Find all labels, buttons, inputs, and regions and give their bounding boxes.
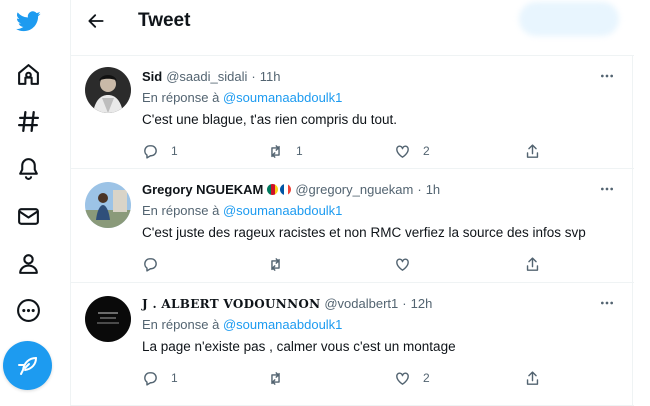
author-handle[interactable]: @gregory_nguekam <box>295 182 413 197</box>
share-button[interactable] <box>524 368 541 388</box>
reply-to-link[interactable]: @soumanaabdoulk1 <box>223 203 342 218</box>
arrow-left-icon <box>88 14 104 28</box>
more-circle-icon[interactable] <box>11 293 45 327</box>
tweet-text: C'est juste des rageux racistes et non R… <box>142 225 586 240</box>
blurred-header-button <box>519 2 619 36</box>
retweet-button[interactable] <box>267 368 296 388</box>
reply-button[interactable] <box>142 254 171 274</box>
main-column: Tweet Sid @saadi_sidali · 11h En réponse… <box>70 0 634 406</box>
share-button[interactable] <box>524 254 541 274</box>
like-count: 2 <box>423 144 430 158</box>
reply-prefix: En réponse à <box>142 203 220 218</box>
page-title: Tweet <box>138 10 191 31</box>
home-icon[interactable] <box>11 57 45 91</box>
tweet-text: C'est une blague, t'as rien compris du t… <box>142 112 398 127</box>
timestamp[interactable]: 12h <box>411 296 433 311</box>
tweet-item[interactable]: Sid @saadi_sidali · 11h En réponse à @so… <box>71 57 634 169</box>
separator-dot: · <box>417 182 422 197</box>
reply-icon <box>144 371 157 386</box>
like-button[interactable]: 2 <box>394 368 430 388</box>
tweet-item[interactable]: J . ALBERT VODOUNNON @vodalbert1 · 12h E… <box>71 284 634 406</box>
reply-button[interactable]: 1 <box>142 141 178 161</box>
share-icon <box>526 143 539 158</box>
reply-context: En réponse à @soumanaabdoulk1 <box>142 90 342 105</box>
compose-feather-icon <box>17 356 37 375</box>
retweet-icon <box>271 371 280 385</box>
heart-icon <box>396 257 409 271</box>
reply-prefix: En réponse à <box>142 317 220 332</box>
reply-to-link[interactable]: @soumanaabdoulk1 <box>223 317 342 332</box>
tweet-header: Gregory NGUEKAM @gregory_nguekam · 1h <box>142 182 440 197</box>
profile-icon[interactable] <box>11 246 45 280</box>
reply-to-link[interactable]: @soumanaabdoulk1 <box>223 90 342 105</box>
reply-context: En réponse à @soumanaabdoulk1 <box>142 203 342 218</box>
more-options-button[interactable] <box>598 69 616 83</box>
more-options-button[interactable] <box>598 296 616 310</box>
bell-icon[interactable] <box>11 151 45 185</box>
page-header: Tweet <box>71 0 634 56</box>
separator-dot: · <box>402 296 407 311</box>
reply-context: En réponse à @soumanaabdoulk1 <box>142 317 342 332</box>
avatar[interactable] <box>85 296 131 342</box>
reply-count: 1 <box>171 371 178 385</box>
tweet-header: J . ALBERT VODOUNNON @vodalbert1 · 12h <box>142 296 432 311</box>
avatar[interactable] <box>85 67 131 113</box>
like-button[interactable]: 2 <box>394 141 430 161</box>
author-handle[interactable]: @vodalbert1 <box>324 296 398 311</box>
more-options-button[interactable] <box>598 182 616 196</box>
retweet-icon <box>271 257 280 271</box>
share-button[interactable] <box>524 141 541 161</box>
author-name[interactable]: Gregory NGUEKAM <box>142 182 263 197</box>
share-icon <box>526 370 539 385</box>
retweet-button[interactable] <box>267 254 296 274</box>
tweet-actions: 1 2 <box>142 368 552 388</box>
retweet-icon <box>271 144 280 158</box>
france-flag-icon <box>280 184 292 195</box>
left-sidebar <box>0 0 70 406</box>
tweet-header: Sid @saadi_sidali · 11h <box>142 69 280 84</box>
ellipsis-icon <box>601 187 613 191</box>
back-button[interactable] <box>83 8 109 34</box>
hashtag-icon[interactable] <box>11 104 45 138</box>
separator-dot: · <box>251 69 256 84</box>
timestamp[interactable]: 1h <box>426 182 440 197</box>
author-name[interactable]: Sid <box>142 69 162 84</box>
cameroon-flag-icon <box>267 184 279 195</box>
tweet-actions: 1 1 2 <box>142 141 552 161</box>
ellipsis-icon <box>601 74 613 78</box>
mail-icon[interactable] <box>11 199 45 233</box>
reply-button[interactable]: 1 <box>142 368 178 388</box>
like-count: 2 <box>423 371 430 385</box>
share-icon <box>526 256 539 271</box>
retweet-count: 1 <box>296 144 303 158</box>
compose-tweet-button[interactable] <box>3 341 52 390</box>
reply-prefix: En réponse à <box>142 90 220 105</box>
reply-icon <box>144 257 157 272</box>
heart-icon <box>396 371 409 385</box>
author-handle[interactable]: @saadi_sidali <box>166 69 247 84</box>
tweet-actions <box>142 254 552 274</box>
like-button[interactable] <box>394 254 423 274</box>
heart-icon <box>396 144 409 158</box>
reply-icon <box>144 144 157 159</box>
author-name[interactable]: J . ALBERT VODOUNNON <box>142 297 320 311</box>
timestamp[interactable]: 11h <box>260 69 281 84</box>
avatar[interactable] <box>85 182 131 228</box>
ellipsis-icon <box>601 301 613 305</box>
twitter-logo-icon[interactable] <box>11 4 45 38</box>
retweet-button[interactable]: 1 <box>267 141 303 161</box>
tweet-item[interactable]: Gregory NGUEKAM @gregory_nguekam · 1h En… <box>71 170 634 283</box>
reply-count: 1 <box>171 144 178 158</box>
tweet-text: La page n'existe pas , calmer vous c'est… <box>142 339 456 354</box>
